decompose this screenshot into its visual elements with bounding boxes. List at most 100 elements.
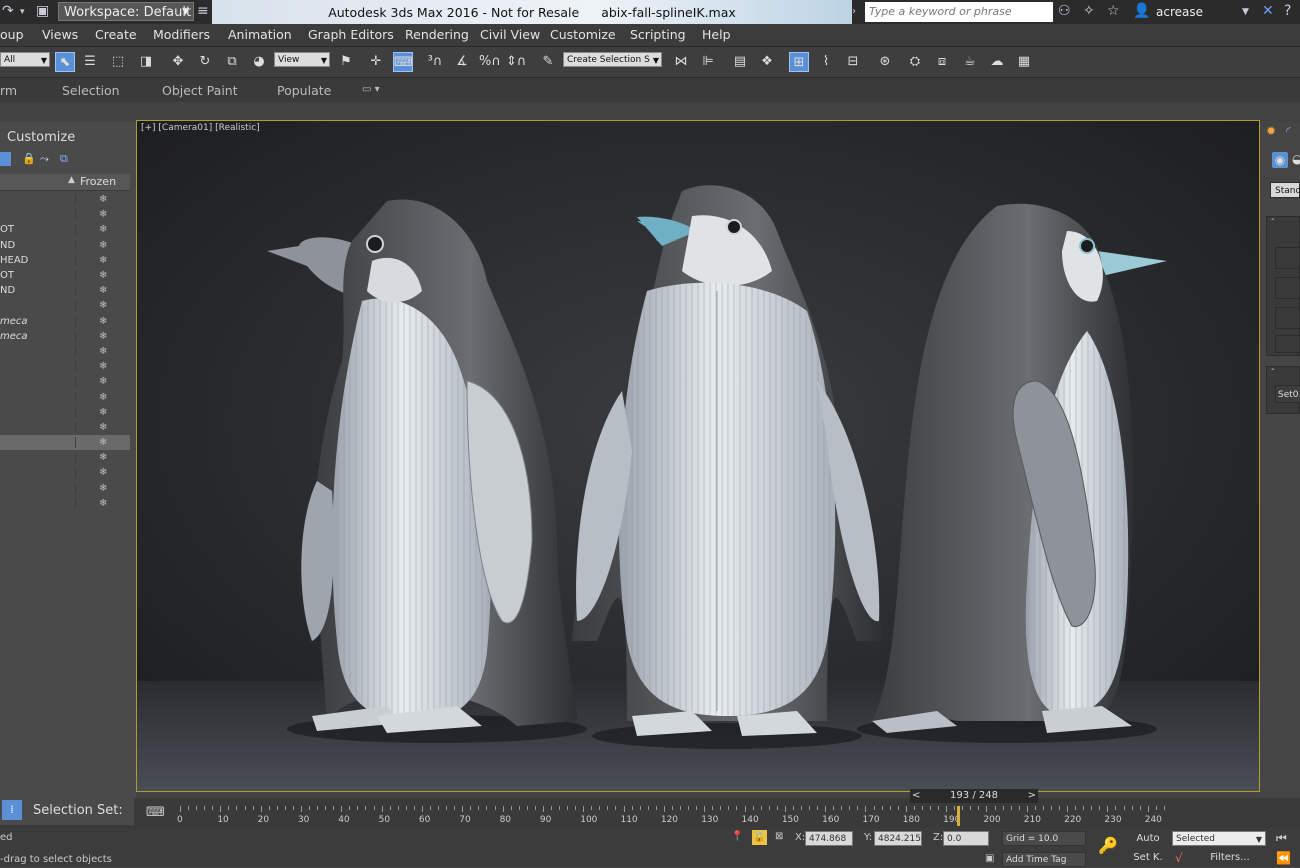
y-coordinate-field[interactable]: 4824.215 — [874, 831, 922, 846]
selection-filter-dropdown[interactable]: All ▼ — [0, 52, 50, 67]
frozen-toggle-icon[interactable]: ❄ — [75, 497, 130, 509]
window-crossing-button[interactable]: ◨ — [136, 52, 156, 72]
frozen-toggle-icon[interactable]: ❄ — [75, 376, 130, 388]
frozen-column-header[interactable]: Frozen — [80, 175, 116, 188]
move-button[interactable]: ✥ — [168, 52, 188, 72]
time-tag-icon[interactable]: ▣ — [985, 853, 994, 864]
help-icon[interactable]: ? — [1284, 3, 1291, 19]
object-category-dropdown[interactable]: Standa — [1270, 182, 1300, 198]
frozen-toggle-icon[interactable]: ❄ — [75, 467, 130, 479]
explorer-row[interactable]: ND ❄ — [0, 283, 130, 298]
create-tab-icon[interactable]: ✹ — [1266, 124, 1276, 138]
key-filters-button[interactable]: Filters... — [1200, 849, 1260, 866]
frozen-toggle-icon[interactable]: ❄ — [75, 315, 130, 327]
explorer-customize-menu[interactable]: Customize — [7, 130, 75, 145]
explorer-row[interactable]: ❄ — [0, 359, 130, 374]
graphite-toggle-button[interactable]: ❖ — [757, 52, 777, 72]
frozen-toggle-icon[interactable]: ❄ — [75, 270, 130, 282]
explorer-row[interactable]: ❄ — [0, 481, 130, 496]
ribbon-options-icon[interactable]: ▭ ▾ — [362, 84, 380, 95]
rollout-collapse-icon[interactable]: - — [1271, 364, 1275, 375]
exchange-icon[interactable]: ✕ — [1262, 3, 1274, 19]
select-object-button[interactable]: ⬉ — [55, 52, 75, 72]
selection-lock-icon[interactable]: ⁞ — [2, 800, 22, 820]
explorer-row[interactable]: OT ❄ — [0, 222, 130, 237]
explorer-row-selected[interactable]: ❄ — [0, 435, 130, 451]
sort-ascending-icon[interactable]: ▲ — [68, 175, 75, 185]
explorer-row[interactable]: ❄ — [0, 420, 130, 435]
menu-customize[interactable]: Customize — [550, 27, 616, 42]
explorer-row[interactable]: meca ❄ — [0, 314, 130, 329]
object-name-field[interactable]: Set01 — [1275, 385, 1300, 403]
snaps-toggle-button[interactable]: ³∩ — [425, 52, 445, 72]
object-type-button[interactable] — [1275, 277, 1300, 299]
project-folder-icon[interactable]: ▣ — [36, 3, 49, 19]
set-key-icon[interactable]: 🔑 — [1098, 836, 1118, 855]
user-name[interactable]: acrease — [1156, 5, 1203, 19]
modify-tab-icon[interactable]: ◜ — [1286, 124, 1291, 138]
mirror-button[interactable]: ⋈ — [671, 52, 691, 72]
communication-icon[interactable]: ✧ — [1083, 3, 1095, 19]
object-type-button[interactable] — [1275, 335, 1300, 353]
explorer-row[interactable]: ❄ — [0, 374, 130, 389]
angle-snap-button[interactable]: ∡ — [452, 52, 472, 72]
named-selection-set-dropdown[interactable]: Create Selection S ▼ — [563, 52, 662, 67]
explorer-row[interactable]: HEAD ❄ — [0, 253, 130, 268]
menu-civil-view[interactable]: Civil View — [480, 27, 540, 42]
set-key-button[interactable]: Set K. — [1128, 849, 1168, 866]
render-setup-button[interactable]: ⛭ — [905, 52, 925, 72]
z-coordinate-field[interactable]: 0.0 — [943, 831, 989, 846]
rect-selection-button[interactable]: ⬚ — [108, 52, 128, 72]
chevron-down-icon[interactable]: ▾ — [20, 7, 25, 17]
explorer-row[interactable]: meca ❄ — [0, 329, 130, 344]
key-filter-dropdown[interactable]: Selected ▼ — [1172, 831, 1266, 846]
track-bar[interactable]: 0 10 20 30 40 50 60 70 80 90 100 110 120 130 140 150 160… — [176, 806, 1216, 828]
tab-modeling[interactable]: rm — [0, 83, 17, 98]
select-by-name-button[interactable]: ☰ — [80, 52, 100, 72]
frozen-toggle-icon[interactable]: ❄ — [75, 361, 130, 373]
tab-selection[interactable]: Selection — [62, 83, 120, 98]
render-button[interactable]: ☕ — [960, 52, 980, 72]
rendered-frame-window-button[interactable]: ⧈ — [932, 52, 952, 72]
star-icon[interactable]: ☆ — [1107, 3, 1120, 19]
explorer-row[interactable]: ❄ — [0, 465, 130, 480]
menu-graph-editors[interactable]: Graph Editors — [308, 27, 394, 42]
current-frame-marker[interactable] — [957, 806, 961, 826]
geometry-icon[interactable]: ◉ — [1272, 152, 1288, 168]
explorer-row[interactable]: ❄ — [0, 207, 130, 222]
chevron-right-icon[interactable]: › — [852, 6, 856, 17]
explorer-row[interactable]: ❄ — [0, 389, 130, 404]
lock-icon[interactable]: 🔒 — [22, 152, 36, 165]
material-editor-button[interactable]: ⊛ — [875, 52, 895, 72]
workspace-dropdown[interactable]: Workspace: Default ▼ — [58, 2, 194, 21]
go-to-start-icon[interactable]: ⏮ — [1276, 831, 1287, 846]
time-slider[interactable]: < 193 / 248 > — [910, 789, 1038, 803]
frozen-toggle-icon[interactable]: ❄ — [75, 330, 130, 342]
frozen-toggle-icon[interactable]: ❄ — [75, 209, 130, 221]
camera-viewport[interactable]: [+] [Camera01] [Realistic] — [136, 120, 1260, 792]
scene-explorer-button[interactable]: ⊞ — [789, 52, 809, 72]
chevron-down-icon[interactable]: ▼ — [1242, 7, 1249, 17]
curve-editor-button[interactable]: ⌇ — [816, 52, 836, 72]
scale-button[interactable]: ⧉ — [222, 52, 242, 72]
frozen-toggle-icon[interactable]: ❄ — [75, 452, 130, 464]
object-type-button[interactable] — [1275, 307, 1300, 329]
manipulate-button[interactable]: ✛ — [366, 52, 386, 72]
frozen-toggle-icon[interactable]: ❄ — [75, 406, 130, 418]
tab-populate[interactable]: Populate — [277, 83, 331, 98]
frozen-toggle-icon[interactable]: ❄ — [75, 254, 130, 266]
add-time-tag-button[interactable]: Add Time Tag — [1002, 852, 1086, 867]
x-coordinate-field[interactable]: 474.868 — [805, 831, 853, 846]
menu-scripting[interactable]: Scripting — [630, 27, 686, 42]
explorer-row[interactable]: ❄ — [0, 192, 130, 207]
user-icon[interactable]: 👤 — [1133, 3, 1150, 19]
menu-group[interactable]: oup — [0, 27, 24, 42]
frozen-toggle-icon[interactable]: ❄ — [75, 224, 130, 236]
menu-icon[interactable]: ≡ — [197, 3, 209, 19]
shapes-icon[interactable]: ◒ — [1292, 152, 1300, 166]
mini-curve-editor-icon[interactable]: ⌨ — [146, 805, 165, 820]
curve-icon[interactable]: √ — [1175, 851, 1183, 865]
pivot-center-button[interactable]: ⚑ — [336, 52, 356, 72]
menu-views[interactable]: Views — [42, 27, 78, 42]
frozen-toggle-icon[interactable]: ❄ — [75, 239, 130, 251]
